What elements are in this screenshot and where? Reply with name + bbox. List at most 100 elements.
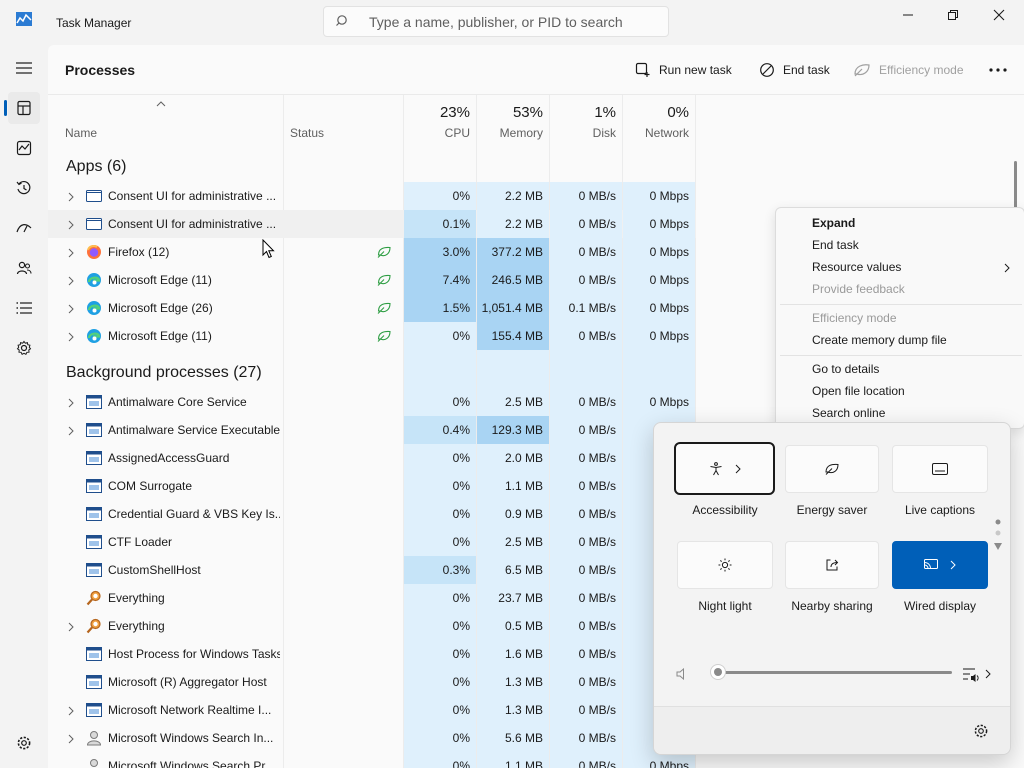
- column-name-header[interactable]: Name: [65, 126, 97, 140]
- chevron-right-icon[interactable]: [66, 191, 76, 202]
- efficiency-mode-button[interactable]: Efficiency mode: [853, 59, 964, 81]
- nav-processes[interactable]: [8, 92, 40, 124]
- background-process-row[interactable]: Credential Guard & VBS Key Is... 0% 0.9 MB…: [48, 500, 696, 528]
- background-process-row[interactable]: Host Process for Windows Tasks 0% 1.6 MB 0 …: [48, 640, 696, 668]
- memory-percent[interactable]: 53%: [477, 104, 543, 121]
- night-light-label: Night light: [698, 599, 752, 613]
- background-process-row[interactable]: Microsoft Windows Search In... 0% 5.6 MB 0 …: [48, 724, 696, 752]
- close-button[interactable]: [976, 0, 1022, 30]
- menu-separator: [780, 304, 1022, 305]
- menu-open-file-location[interactable]: Open file location: [812, 384, 905, 398]
- memory-value: 5.6 MB: [477, 724, 549, 752]
- network-value: 0 Mbps: [623, 266, 695, 294]
- close-icon: [993, 9, 1005, 21]
- cpu-percent[interactable]: 23%: [404, 104, 470, 121]
- menu-expand[interactable]: Expand: [812, 216, 855, 230]
- chevron-right-icon[interactable]: [66, 397, 76, 408]
- memory-value: 1.6 MB: [477, 640, 549, 668]
- background-process-row[interactable]: Microsoft Network Realtime I... 0% 1.3 MB 0…: [48, 696, 696, 724]
- column-network-header[interactable]: Network: [623, 126, 689, 140]
- end-task-button[interactable]: End task: [759, 59, 830, 81]
- maximize-button[interactable]: [930, 0, 976, 30]
- volume-slider-track[interactable]: [716, 671, 952, 674]
- chevron-right-icon[interactable]: [66, 247, 76, 258]
- background-process-row[interactable]: CustomShellHost0.3%6.5 MB0 MB/s0: [48, 556, 696, 584]
- search-input[interactable]: [369, 13, 659, 31]
- chevron-right-icon[interactable]: [66, 733, 76, 744]
- search-box[interactable]: [323, 6, 669, 37]
- menu-search-online[interactable]: Search online: [812, 406, 885, 420]
- details-icon: [16, 302, 32, 314]
- chevron-right-icon[interactable]: [66, 425, 76, 436]
- menu-provide-feedback[interactable]: Provide feedback: [812, 282, 905, 296]
- background-process-row[interactable]: Everything0%23.7 MB0 MB/s0: [48, 584, 696, 612]
- chevron-right-icon[interactable]: [66, 303, 76, 314]
- background-process-row[interactable]: Microsoft (R) Aggregator Host 0% 1.3 MB 0 M…: [48, 668, 696, 696]
- chevron-right-icon[interactable]: [66, 621, 76, 632]
- app-row[interactable]: Firefox (12) 3.0% 377.2 MB 0 MB/s 0 Mbps: [48, 238, 696, 266]
- app-row[interactable]: Microsoft Edge (11) 0% 155.4 MB 0 MB/s 0 Mbp…: [48, 322, 696, 350]
- energy-saver-tile[interactable]: [785, 445, 879, 493]
- end-task-label: End task: [783, 63, 830, 77]
- accessibility-tile[interactable]: [674, 442, 775, 495]
- process-name: Microsoft Windows Search Pr...: [108, 759, 275, 768]
- menu-go-to-details[interactable]: Go to details: [812, 362, 879, 376]
- cpu-value: 7.4%: [404, 266, 476, 294]
- background-process-row[interactable]: CTF Loader0%2.5 MB0 MB/s0: [48, 528, 696, 556]
- column-status-header[interactable]: Status: [290, 126, 324, 140]
- app-row[interactable]: Consent UI for administrative ... 0.1% 2.2…: [48, 210, 696, 238]
- nav-app-history[interactable]: [8, 172, 40, 204]
- disk-value: 0 MB/s: [550, 668, 622, 696]
- column-disk-header[interactable]: Disk: [550, 126, 616, 140]
- service-icon: [86, 394, 102, 410]
- app-row[interactable]: Microsoft Edge (11) 7.4% 246.5 MB 0 MB/s 0 M…: [48, 266, 696, 294]
- cpu-value: 0%: [404, 388, 476, 416]
- disk-value: 0 MB/s: [550, 238, 622, 266]
- run-new-task-button[interactable]: Run new task: [635, 59, 732, 81]
- process-name: Consent UI for administrative ...: [108, 189, 277, 203]
- scrollbar-thumb[interactable]: [1014, 161, 1017, 209]
- menu-efficiency-mode[interactable]: Efficiency mode: [812, 311, 897, 325]
- disk-percent[interactable]: 1%: [550, 104, 616, 121]
- background-process-row[interactable]: Antimalware Service Executable 0.4% 129.3 …: [48, 416, 696, 444]
- hamburger-menu-button[interactable]: [8, 52, 40, 84]
- nav-details[interactable]: [8, 292, 40, 324]
- chevron-right-icon[interactable]: [66, 275, 76, 286]
- share-icon: [826, 559, 839, 571]
- app-row[interactable]: Consent UI for administrative ... 0% 2.2 M…: [48, 182, 696, 210]
- background-process-row[interactable]: AssignedAccessGuard0%2.0 MB0 MB/s0: [48, 444, 696, 472]
- wired-display-tile[interactable]: [892, 541, 988, 589]
- nav-performance[interactable]: [8, 132, 40, 164]
- memory-value: 23.7 MB: [477, 584, 549, 612]
- app-row[interactable]: Microsoft Edge (26) 1.5% 1,051.4 MB 0.1 MB/…: [48, 294, 696, 322]
- nav-settings[interactable]: [8, 727, 40, 759]
- chevron-right-icon: [1004, 263, 1010, 273]
- menu-create-dump[interactable]: Create memory dump file: [812, 333, 947, 347]
- settings-gear-icon[interactable]: [973, 723, 989, 739]
- column-cpu-header[interactable]: CPU: [404, 126, 470, 140]
- background-process-row[interactable]: COM Surrogate0%1.1 MB0 MB/s0: [48, 472, 696, 500]
- nav-startup-apps[interactable]: [8, 212, 40, 244]
- network-percent[interactable]: 0%: [623, 104, 689, 121]
- process-name: CTF Loader: [108, 535, 173, 549]
- night-light-tile[interactable]: [677, 541, 773, 589]
- processes-icon: [17, 100, 31, 116]
- menu-resource-values[interactable]: Resource values: [812, 260, 901, 274]
- nav-services[interactable]: [8, 332, 40, 364]
- menu-end-task[interactable]: End task: [812, 238, 859, 252]
- nav-users[interactable]: [8, 252, 40, 284]
- background-process-row[interactable]: Everything0%0.5 MB0 MB/s0: [48, 612, 696, 640]
- volume-slider-thumb[interactable]: [710, 664, 726, 680]
- process-name: COM Surrogate: [108, 479, 193, 493]
- column-memory-header[interactable]: Memory: [477, 126, 543, 140]
- nearby-sharing-tile[interactable]: [785, 541, 879, 589]
- live-captions-tile[interactable]: [892, 445, 988, 493]
- chevron-right-icon[interactable]: [66, 705, 76, 716]
- chevron-right-icon[interactable]: [66, 331, 76, 342]
- background-process-row[interactable]: Microsoft Windows Search Pr... 0% 1.1 MB 0 …: [48, 752, 696, 768]
- minimize-button[interactable]: [885, 0, 931, 30]
- chevron-right-icon[interactable]: [66, 219, 76, 230]
- more-options-button[interactable]: [989, 59, 1015, 81]
- background-process-row[interactable]: Antimalware Core Service 0% 2.5 MB 0 MB/s 0 …: [48, 388, 696, 416]
- edge-icon: [86, 272, 102, 288]
